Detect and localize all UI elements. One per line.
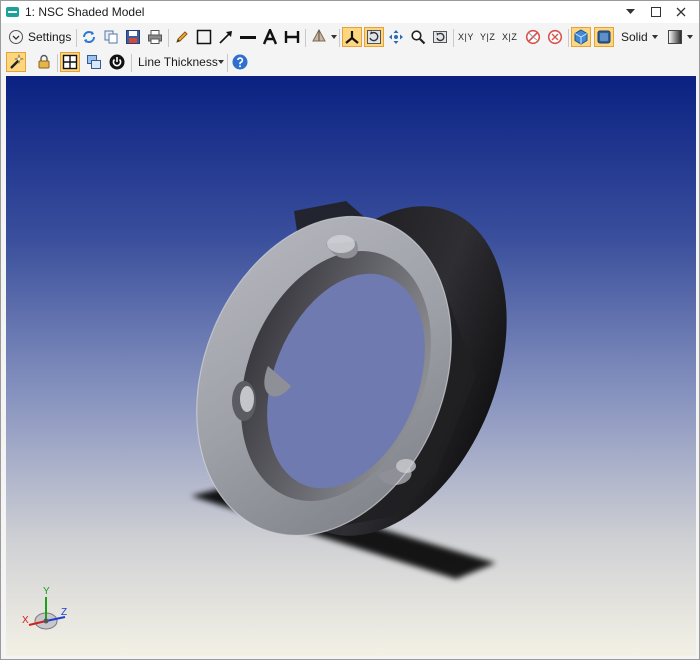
separator	[76, 29, 77, 47]
separator	[131, 54, 132, 72]
settings-expand-icon[interactable]	[6, 27, 26, 47]
save-icon[interactable]	[123, 27, 143, 47]
disable-rays-icon[interactable]	[523, 27, 543, 47]
tile-windows-icon[interactable]	[84, 52, 104, 72]
separator	[305, 29, 306, 47]
3d-viewport[interactable]: Y X Z	[6, 76, 696, 656]
line-thickness-dropdown-icon[interactable]	[218, 60, 224, 64]
rectangle-icon[interactable]	[194, 27, 214, 47]
x-axis-label: X	[22, 615, 29, 626]
arrow-icon[interactable]	[216, 27, 236, 47]
view-yz-button[interactable]: Y|Z	[480, 32, 495, 42]
maximize-icon[interactable]	[646, 3, 666, 21]
wand-icon[interactable]	[6, 52, 26, 72]
separator	[453, 29, 454, 47]
separator	[339, 29, 340, 47]
lock-icon[interactable]	[34, 52, 54, 72]
z-axis-label: Z	[61, 607, 68, 618]
clear-icon[interactable]	[545, 27, 565, 47]
solid-box-icon[interactable]	[594, 27, 614, 47]
nsc-shaded-model-window: 1: NSC Shaded Model Settings X|Y Y|Z X|Z…	[0, 0, 700, 660]
ring-notch	[327, 235, 355, 253]
axes-rotate-icon[interactable]	[342, 27, 362, 47]
toolbar-secondary: Line Thickness	[1, 50, 699, 76]
zoom-icon[interactable]	[408, 27, 428, 47]
ring-notch	[396, 459, 416, 473]
copy-icon[interactable]	[101, 27, 121, 47]
settings-button[interactable]: Settings	[28, 30, 71, 44]
rotate-view-icon[interactable]	[364, 27, 384, 47]
window-title: 1: NSC Shaded Model	[25, 5, 145, 19]
y-axis-label: Y	[43, 586, 50, 597]
pan-icon[interactable]	[386, 27, 406, 47]
line-icon[interactable]	[238, 27, 258, 47]
print-icon[interactable]	[145, 27, 165, 47]
toolbar-main: Settings X|Y Y|Z X|Z Solid	[1, 25, 699, 51]
background-gradient-dropdown-icon[interactable]	[687, 35, 693, 39]
reset-view-icon[interactable]	[430, 27, 450, 47]
dimension-icon[interactable]	[282, 27, 302, 47]
view-orientation-icon[interactable]	[309, 27, 329, 47]
window-layout-icon[interactable]	[60, 52, 80, 72]
refresh-icon[interactable]	[79, 27, 99, 47]
window-menu-dropdown-icon[interactable]	[620, 3, 640, 21]
view-orientation-dropdown-icon[interactable]	[331, 35, 337, 39]
help-icon[interactable]	[230, 52, 250, 72]
render-mode-dropdown-icon[interactable]	[652, 35, 658, 39]
separator	[168, 29, 169, 47]
separator	[568, 29, 569, 47]
shaded-cube-icon[interactable]	[571, 27, 591, 47]
axis-triad: Y X Z	[21, 586, 71, 634]
pencil-icon[interactable]	[172, 27, 192, 47]
view-xz-button[interactable]: X|Z	[502, 32, 517, 42]
separator	[57, 54, 58, 72]
render-mode-dropdown[interactable]: Solid	[621, 30, 648, 44]
title-bar: 1: NSC Shaded Model	[1, 1, 699, 23]
text-icon[interactable]	[260, 27, 280, 47]
app-icon	[6, 7, 19, 17]
close-icon[interactable]	[671, 3, 691, 21]
separator	[227, 54, 228, 72]
view-xy-button[interactable]: X|Y	[458, 32, 474, 42]
line-thickness-dropdown[interactable]: Line Thickness	[138, 55, 218, 69]
ring-notch	[240, 386, 254, 412]
background-gradient-icon[interactable]	[665, 27, 685, 47]
power-icon[interactable]	[107, 52, 127, 72]
